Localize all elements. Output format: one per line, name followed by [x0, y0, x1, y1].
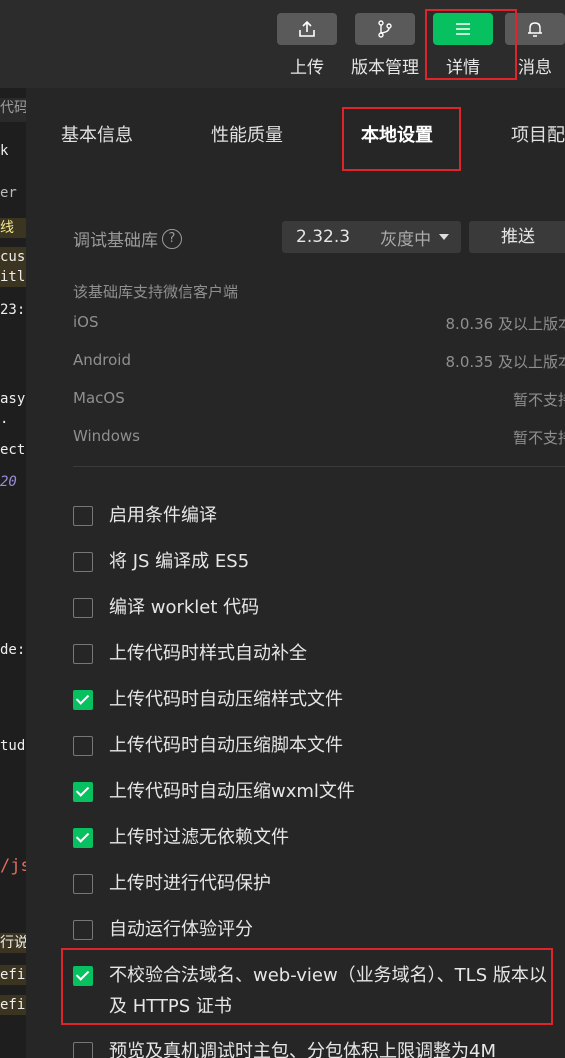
upload-label: 上传	[290, 58, 324, 78]
version-management-button[interactable]: 版本管理	[351, 13, 419, 78]
checkbox[interactable]	[73, 552, 93, 572]
messages-label: 消息	[518, 58, 552, 78]
debug-lib-label: 调试基础库 ?	[73, 226, 182, 251]
checkbox[interactable]	[73, 966, 93, 986]
editor-fragment: itl	[0, 267, 26, 287]
help-icon[interactable]: ?	[162, 228, 182, 249]
checkbox[interactable]	[73, 920, 93, 940]
details-panel: 基本信息 性能质量 本地设置 项目配 调试基础库 ? 2.32.3 灰度中 推送…	[26, 88, 565, 1058]
lib-version-select[interactable]: 2.32.3 灰度中	[282, 221, 461, 253]
option-minify-wxml[interactable]: 上传代码时自动压缩wxml文件	[73, 780, 355, 804]
branch-icon	[355, 13, 415, 45]
editor-fragment: ect	[0, 442, 26, 458]
upload-button[interactable]: 上传	[277, 13, 337, 78]
platform-version: 8.0.35 及以上版本	[445, 353, 565, 371]
details-button[interactable]: 详情	[433, 13, 493, 78]
checkbox[interactable]	[73, 644, 93, 664]
tab-local-settings[interactable]: 本地设置	[361, 121, 433, 147]
option-label: 自动运行体验评分	[109, 919, 253, 940]
checkbox[interactable]	[73, 782, 93, 802]
editor-fragment: tud	[0, 738, 26, 754]
editor-fragment: .	[0, 411, 9, 427]
checkbox[interactable]	[73, 506, 93, 526]
editor-fragment: efi	[0, 965, 26, 985]
option-label: 预览及真机调试时主包、分包体积上限调整为4M	[109, 1041, 496, 1058]
section-divider	[73, 466, 565, 467]
platform-version: 暂不支持	[512, 391, 565, 409]
editor-fragment: 23:	[0, 302, 26, 318]
platform-name: Android	[73, 351, 131, 369]
tab-basic-info[interactable]: 基本信息	[61, 121, 133, 147]
option-skip-domain-check[interactable]: 不校验合法域名、web-view（业务域名）、TLS 版本以及 HTTPS 证书	[73, 964, 549, 1022]
option-label: 上传代码时自动压缩脚本文件	[109, 735, 343, 756]
platform-name: iOS	[73, 313, 99, 331]
option-minify-scripts[interactable]: 上传代码时自动压缩脚本文件	[73, 734, 343, 758]
editor-fragment: cus	[0, 247, 26, 267]
option-package-size-4m[interactable]: 预览及真机调试时主包、分包体积上限调整为4M	[73, 1040, 496, 1058]
option-label: 将 JS 编译成 ES5	[109, 551, 250, 572]
platform-name: MacOS	[73, 389, 125, 407]
option-code-protection[interactable]: 上传时进行代码保护	[73, 872, 271, 896]
platform-row: iOS 8.0.36 及以上版本	[73, 313, 565, 335]
checkbox[interactable]	[73, 736, 93, 756]
option-label: 上传代码时自动压缩wxml文件	[109, 781, 355, 802]
editor-fragment: asy	[0, 391, 26, 407]
code-editor-strip: 代码 k er 线 cus itl 23: asy . ect 20 de: t…	[0, 88, 26, 1058]
editor-fragment: 行说	[0, 933, 26, 953]
editor-fragment: de:	[0, 642, 26, 658]
option-auto-audit[interactable]: 自动运行体验评分	[73, 918, 253, 942]
details-label: 详情	[446, 58, 480, 78]
option-compile-worklet[interactable]: 编译 worklet 代码	[73, 596, 259, 620]
bell-icon	[505, 13, 565, 45]
option-minify-styles[interactable]: 上传代码时自动压缩样式文件	[73, 688, 343, 712]
option-label: 上传代码时自动压缩样式文件	[109, 689, 343, 710]
top-toolbar: 上传 版本管理 详情 消息	[0, 0, 565, 88]
option-conditional-compile[interactable]: 启用条件编译	[73, 504, 217, 528]
option-label: 编译 worklet 代码	[109, 597, 260, 618]
caret-down-icon	[439, 234, 450, 240]
platform-version: 暂不支持	[512, 429, 565, 447]
editor-fragment: er	[0, 185, 17, 201]
option-style-autoprefix[interactable]: 上传代码时样式自动补全	[73, 642, 307, 666]
checkbox[interactable]	[73, 828, 93, 848]
platform-version: 8.0.36 及以上版本	[445, 315, 565, 333]
checkbox[interactable]	[73, 598, 93, 618]
editor-fragment: /js	[0, 856, 26, 876]
version-management-label: 版本管理	[351, 58, 419, 78]
platform-row: Android 8.0.35 及以上版本	[73, 351, 565, 373]
menu-icon	[433, 13, 493, 45]
upload-icon	[277, 13, 337, 45]
lib-version-status: 灰度中	[380, 229, 432, 250]
checkbox[interactable]	[73, 690, 93, 710]
editor-fragment: efi	[0, 995, 26, 1015]
platform-name: Windows	[73, 427, 140, 445]
editor-fragment: 代码	[0, 98, 26, 122]
option-js-to-es5[interactable]: 将 JS 编译成 ES5	[73, 550, 249, 574]
checkbox[interactable]	[73, 1042, 93, 1058]
messages-button[interactable]: 消息	[505, 13, 565, 78]
push-label: 推送	[501, 227, 535, 247]
checkbox[interactable]	[73, 874, 93, 894]
editor-fragment: k	[0, 143, 9, 159]
option-label: 上传时进行代码保护	[109, 873, 271, 894]
support-title: 该基础库支持微信客户端	[73, 283, 239, 301]
option-label: 不校验合法域名、web-view（业务域名）、TLS 版本以及 HTTPS 证书	[109, 965, 547, 1017]
editor-fragment: 线	[0, 218, 26, 238]
platform-row: Windows 暂不支持	[73, 427, 565, 449]
debug-lib-text: 调试基础库	[73, 231, 158, 251]
option-label: 上传时过滤无依赖文件	[109, 827, 289, 848]
editor-fragment: 20	[0, 474, 17, 490]
option-label: 启用条件编译	[109, 505, 217, 526]
lib-version-value: 2.32.3	[296, 227, 351, 247]
option-filter-unused-files[interactable]: 上传时过滤无依赖文件	[73, 826, 289, 850]
option-label: 上传代码时样式自动补全	[109, 643, 307, 664]
tab-performance-quality[interactable]: 性能质量	[211, 121, 283, 147]
platform-row: MacOS 暂不支持	[73, 389, 565, 411]
tab-project-config[interactable]: 项目配	[511, 121, 565, 147]
push-button[interactable]: 推送	[469, 221, 565, 253]
